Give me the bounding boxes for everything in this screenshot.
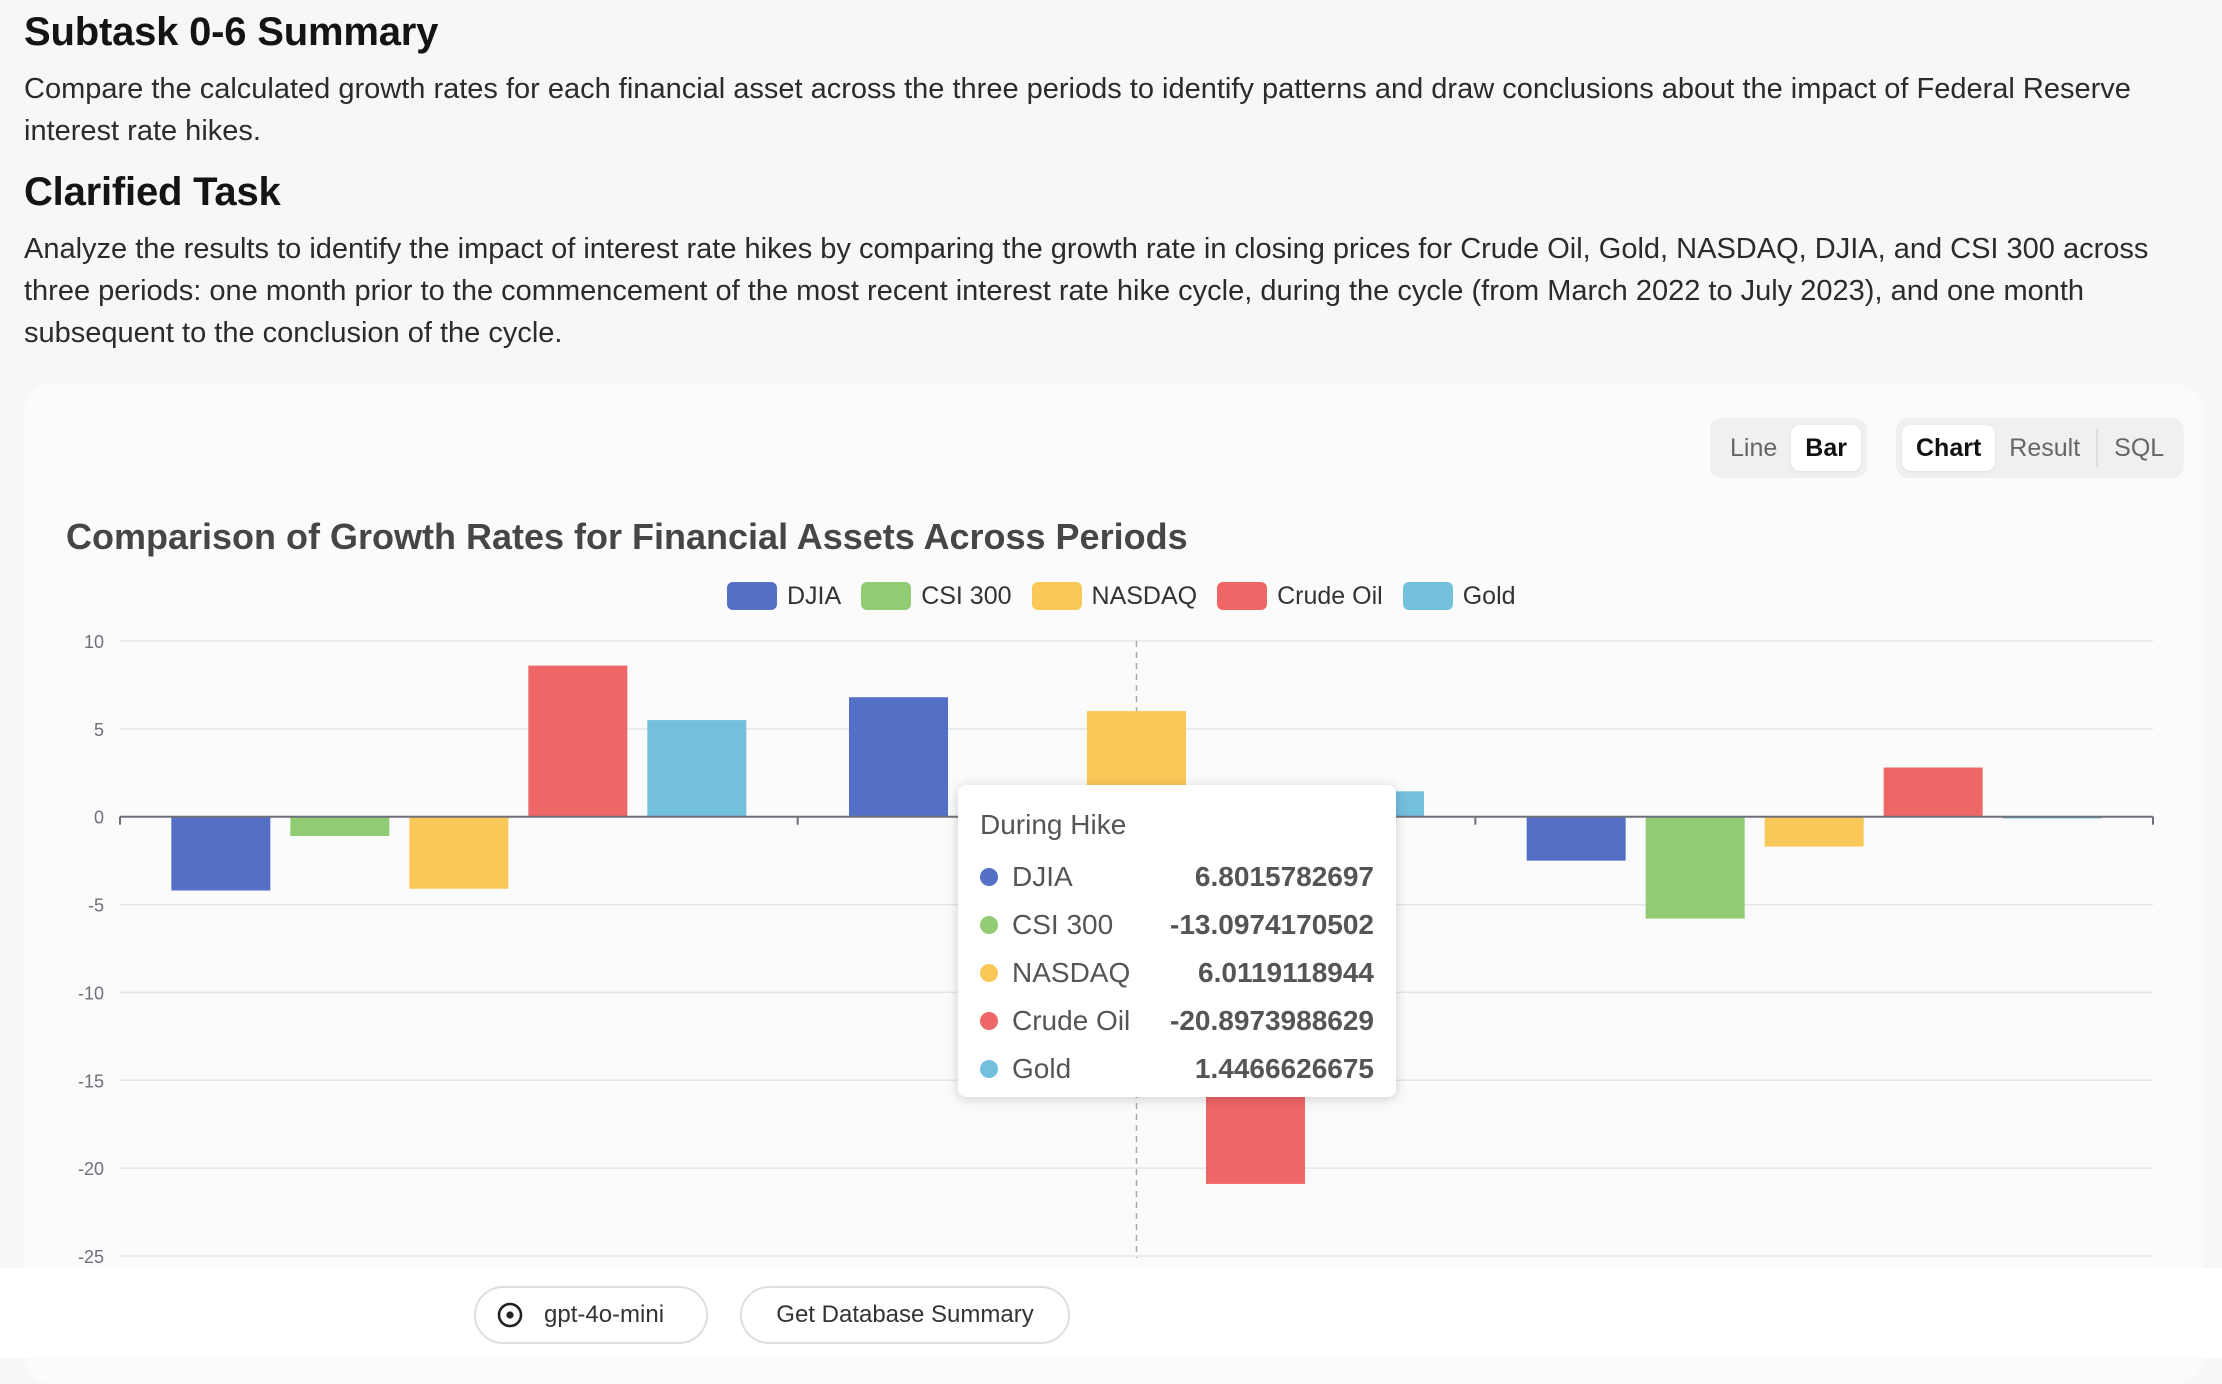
y-tick-label: -5 <box>88 896 104 916</box>
tooltip-row: NASDAQ 6.0119118944 <box>980 949 1374 997</box>
tooltip-series-name: Gold <box>1012 1053 1072 1084</box>
bar-nasdaq[interactable] <box>1764 816 1864 847</box>
tooltip-series-value: 6.8015782697 <box>1194 861 1374 892</box>
series-dot-icon <box>980 1060 998 1078</box>
bar-csi-300[interactable] <box>290 816 390 837</box>
bottom-toolbar <box>0 1268 2222 1358</box>
series-dot-icon <box>980 868 998 886</box>
get-database-summary-button[interactable]: Get Database Summary <box>740 1286 1070 1344</box>
tooltip-series-value: -13.0974170502 <box>1170 909 1374 940</box>
bar-djia[interactable] <box>171 816 271 891</box>
tooltip-series-value: 1.4466626675 <box>1194 1053 1374 1084</box>
tooltip-series-name: Crude Oil <box>1012 1005 1131 1036</box>
y-tick-label: -20 <box>78 1159 104 1179</box>
tooltip-series-name: DJIA <box>1012 861 1073 892</box>
tooltip-rows: DJIA 6.8015782697 CSI 300 -13.0974170502 NAS… <box>980 853 1374 1093</box>
y-tick-label: -10 <box>78 983 104 1003</box>
bar-crude-oil[interactable] <box>1883 767 1983 817</box>
bar-crude-oil[interactable] <box>528 665 628 817</box>
bar-gold[interactable] <box>647 720 747 817</box>
tooltip-row: Crude Oil -20.8973988629 <box>980 997 1374 1045</box>
y-tick-label: 5 <box>94 720 104 740</box>
bar-djia[interactable] <box>1526 816 1626 861</box>
bar-csi-300[interactable] <box>1645 816 1745 919</box>
bar-nasdaq[interactable] <box>409 816 509 889</box>
series-dot-icon <box>980 1012 998 1030</box>
tooltip-series-value: 6.0119118944 <box>1198 957 1374 988</box>
series-dot-icon <box>980 964 998 982</box>
bar-djia[interactable] <box>849 697 948 817</box>
tooltip-row: DJIA 6.8015782697 <box>980 853 1374 901</box>
series-dot-icon <box>980 916 998 934</box>
target-icon <box>497 1302 523 1328</box>
chart-tooltip: During Hike DJIA 6.8015782697 CSI 300 -13.0… <box>958 785 1396 1097</box>
tooltip-series-value: -20.8973988629 <box>1170 1005 1374 1036</box>
tooltip-title: During Hike <box>980 809 1127 840</box>
model-label: gpt-4o-mini <box>544 1301 665 1328</box>
y-tick-label: 10 <box>84 632 104 652</box>
y-tick-label: -15 <box>78 1071 104 1091</box>
model-selector-button[interactable]: gpt-4o-mini <box>474 1286 708 1344</box>
tooltip-series-name: NASDAQ <box>1012 957 1131 988</box>
y-tick-label: 0 <box>94 808 104 828</box>
y-tick-label: -25 <box>78 1247 104 1267</box>
bar-chart: 10 5 0 -5 -10 -15 -20 -25 <box>78 632 2154 1267</box>
tooltip-series-name: CSI 300 <box>1012 909 1114 940</box>
tooltip-row: Gold 1.4466626675 <box>980 1045 1374 1093</box>
tooltip-row: CSI 300 -13.0974170502 <box>980 901 1374 949</box>
